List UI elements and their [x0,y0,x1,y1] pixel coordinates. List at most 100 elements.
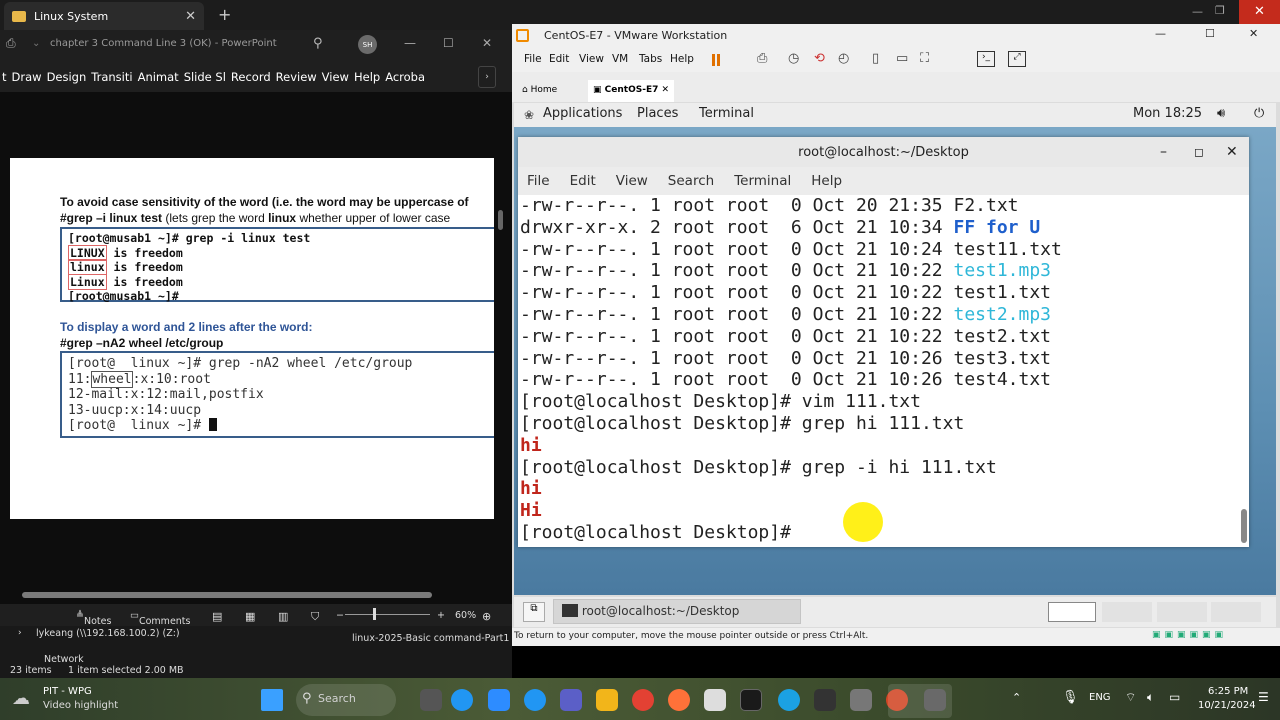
ribbon-tab-record[interactable]: Record [231,70,271,84]
taskbar-date[interactable]: 10/21/2024 [1198,700,1256,711]
zoom-slider-thumb[interactable] [373,608,376,620]
restore-icon[interactable]: ❐ [1215,4,1225,17]
terminal-window[interactable]: root@localhost:~/Desktop – ◻ ✕ File Edit… [518,137,1249,547]
minimize-icon[interactable]: – [1160,137,1167,168]
telegram-desktop-icon[interactable] [524,689,546,711]
volume-icon[interactable]: 🔈︎ [1147,690,1154,705]
horizontal-scrollbar[interactable] [10,588,494,602]
snapshot-manager-icon[interactable]: ◴ [838,51,849,66]
ribbon-tab-design[interactable]: Design [47,70,87,84]
workspace-1[interactable] [1048,602,1096,622]
telegram-icon[interactable] [451,689,473,711]
app-icon[interactable] [740,689,762,711]
close-tab-icon[interactable]: ✕ [185,9,196,24]
volume-icon[interactable]: 🔊︎ [1217,106,1225,121]
menu-tabs[interactable]: Tabs [639,53,662,65]
power-icon[interactable]: ⏻ [1254,106,1264,121]
library-icon[interactable]: ▯ [872,51,879,66]
search-icon[interactable]: ⚲ [313,36,323,51]
console-view-icon[interactable]: ›_ [977,51,995,67]
show-desktop-icon[interactable]: ⧉ [523,602,545,622]
explorer-tab[interactable]: Linux System ✕ [4,2,204,30]
gnome-places-menu[interactable]: Places [637,106,678,121]
scrollbar-thumb[interactable] [22,592,432,598]
ribbon-tab-view[interactable]: View [322,70,349,84]
minimize-icon[interactable]: — [1155,27,1166,40]
gnome-clock[interactable]: Mon 18:25 [1133,106,1202,121]
save-icon[interactable]: ⎙ [6,36,16,51]
nav-item-drive[interactable]: lykeang (\\192.168.100.2) (Z:) [36,628,180,639]
workspace-3[interactable] [1157,602,1207,622]
capcut-icon[interactable] [814,689,836,711]
ribbon-tab-animations[interactable]: Animat [138,70,179,84]
task-view-icon[interactable] [420,689,442,711]
slideshow-icon[interactable]: ⛉ [311,610,319,624]
ribbon-tab-slideshow[interactable]: Slide Sl [184,70,226,84]
nav-item-network[interactable]: Network [44,654,84,665]
stretch-icon[interactable]: ⤢ [1008,51,1026,67]
scrollbar-thumb[interactable] [1241,509,1247,543]
gnome-terminal-menu[interactable]: Terminal [699,106,754,121]
term-menu-search[interactable]: Search [668,173,714,189]
start-icon[interactable] [261,689,283,711]
notes-button[interactable]: ≜ Notes [76,610,111,627]
term-menu-help[interactable]: Help [811,173,842,189]
normal-view-icon[interactable]: ▤ [212,610,222,623]
teams-icon[interactable] [560,689,582,711]
ribbon-tab-transitions[interactable]: Transiti [91,70,132,84]
pause-icon[interactable] [712,54,715,66]
ribbon-tab-review[interactable]: Review [276,70,317,84]
minimize-icon[interactable]: — [1192,5,1203,18]
term-menu-edit[interactable]: Edit [570,173,596,189]
gnome-applications-menu[interactable]: Applications [543,106,622,121]
reading-view-icon[interactable]: ▥ [278,610,288,623]
close-tab-icon[interactable]: ✕ [662,85,670,95]
chrome-icon[interactable] [632,689,654,711]
slide-canvas[interactable]: To avoid case sensitivity of the word (i… [10,158,494,519]
comments-button[interactable]: ▭ Comments [130,610,190,627]
menu-file[interactable]: File [524,53,542,65]
fullscreen-icon[interactable]: ⛶ [920,51,929,66]
weather-title[interactable]: PIT - WPG [43,686,92,697]
weather-subtitle[interactable]: Video highlight [43,700,118,711]
menu-vm[interactable]: VM [612,53,628,65]
new-tab-button[interactable]: + [218,5,231,24]
send-keys-icon[interactable]: ⎙ [757,51,767,66]
chevron-down-icon[interactable]: ⌄ [32,38,40,49]
scrollbar-thumb[interactable] [498,210,503,230]
slide-sorter-icon[interactable]: ▦ [245,610,255,623]
ribbon-tab-help[interactable]: Help [354,70,380,84]
taskbar-time[interactable]: 6:25 PM [1208,686,1248,697]
zoom-out-icon[interactable]: − [336,610,344,621]
zoom-in-icon[interactable]: + [437,610,445,621]
menu-edit[interactable]: Edit [549,53,569,65]
chevron-up-icon[interactable]: ⌃ [1012,691,1021,704]
avatar[interactable]: SH [358,35,377,54]
weather-icon[interactable]: ☁ [12,688,30,709]
ribbon-tab-draw[interactable]: Draw [12,70,42,84]
close-icon[interactable]: ✕ [482,36,492,50]
zoom-app-icon[interactable] [488,689,510,711]
edge-icon[interactable] [778,689,800,711]
workspace-4[interactable] [1211,602,1261,622]
close-icon[interactable]: ✕ [1226,137,1238,168]
wifi-icon[interactable]: ⌔ [1125,690,1136,705]
store-icon[interactable] [704,689,726,711]
tab-home[interactable]: ⌂ Home [517,80,587,102]
ribbon-scroll-right-icon[interactable]: › [478,66,496,88]
thumbnail-icon[interactable]: ▭ [896,51,908,66]
term-menu-view[interactable]: View [616,173,648,189]
app-icon[interactable] [850,689,872,711]
expand-icon[interactable]: › [18,628,22,638]
microphone-icon[interactable]: 🎙︎ [1062,690,1079,705]
notification-icon[interactable]: ☰ [1258,690,1269,704]
file-explorer-icon[interactable] [596,689,618,711]
zoom-level[interactable]: 60% [455,610,476,621]
device-icons[interactable]: ▣▣▣▣▣▣ [1152,630,1227,640]
vertical-scrollbar[interactable] [496,100,506,560]
terminal-output[interactable]: -rw-r--r--. 1 root root 0 Oct 20 21:35 F… [520,195,1238,547]
ribbon-tab-acrobat[interactable]: Acroba [385,70,425,84]
file-list-item[interactable]: linux-2025-Basic command-Part1 [352,633,509,644]
gnome-task-terminal[interactable]: root@localhost:~/Desktop [553,599,801,624]
maximize-icon[interactable]: ◻ [1194,137,1204,168]
